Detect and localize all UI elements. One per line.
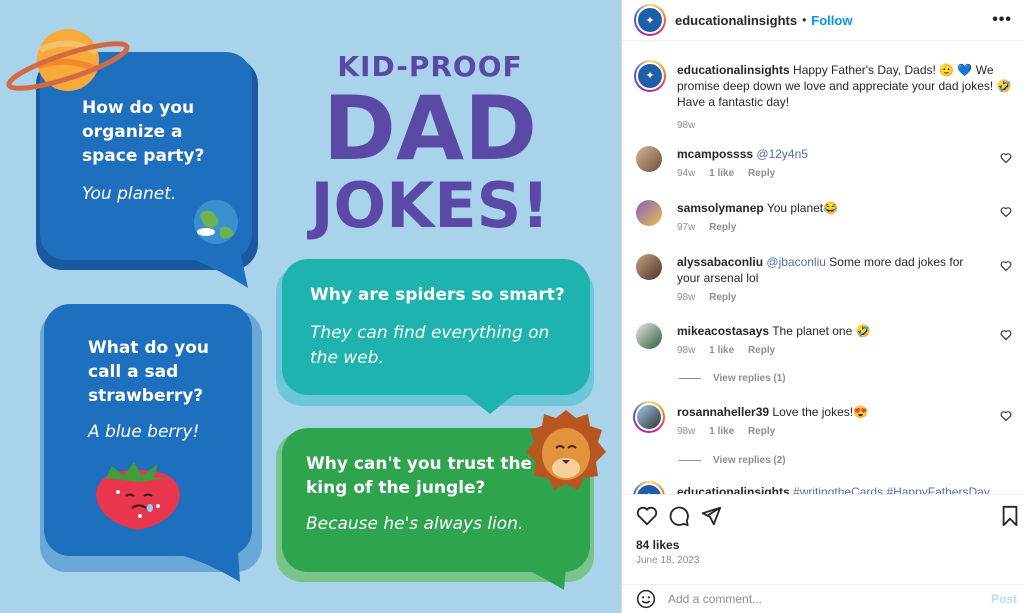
avatar[interactable] bbox=[633, 401, 665, 433]
header-separator: • bbox=[802, 13, 807, 27]
comment-username[interactable]: educationalinsights bbox=[677, 485, 790, 494]
caption-time: 98w bbox=[677, 120, 696, 131]
avatar[interactable] bbox=[636, 323, 662, 349]
heart-icon[interactable] bbox=[1000, 329, 1012, 341]
bubble-tail bbox=[170, 250, 248, 288]
comment-time: 98w bbox=[677, 292, 696, 303]
post-sidebar: ✦ educationalinsights • Follow ••• ✦ edu… bbox=[621, 0, 1024, 613]
comments-list[interactable]: ✦ educationalinsights Happy Father's Day… bbox=[622, 46, 1024, 494]
comment-username[interactable]: alyssabaconliu bbox=[677, 255, 763, 269]
follow-button[interactable]: Follow bbox=[811, 13, 852, 28]
add-comment-bar: Post bbox=[622, 584, 1024, 613]
comment-username[interactable]: rosannaheller39 bbox=[677, 405, 769, 419]
post-image[interactable]: How do you organize a space party? You p… bbox=[0, 0, 621, 613]
headline-bottom: JOKES! bbox=[310, 169, 550, 242]
avatar[interactable]: ✦ bbox=[634, 4, 666, 36]
comment-mention[interactable]: @12y4n5 bbox=[756, 147, 808, 161]
comment-input[interactable] bbox=[668, 592, 968, 606]
view-replies-label[interactable]: View replies (1) bbox=[713, 373, 786, 384]
heart-icon[interactable] bbox=[1000, 152, 1012, 164]
avatar[interactable] bbox=[636, 254, 662, 280]
reply-button[interactable]: Reply bbox=[748, 168, 775, 179]
actions-divider bbox=[622, 494, 1024, 495]
comment-time: 98w bbox=[677, 345, 696, 356]
reply-button[interactable]: Reply bbox=[709, 222, 736, 233]
joke-question: Why are spiders so smart? bbox=[310, 285, 565, 305]
header-divider bbox=[622, 40, 1024, 41]
comment-username[interactable]: mcampossss bbox=[677, 147, 753, 161]
comment-like-count[interactable]: 1 like bbox=[709, 168, 734, 179]
caption-username[interactable]: educationalinsights bbox=[677, 63, 790, 77]
sad-strawberry-icon bbox=[96, 462, 180, 530]
joke-question: What do you call a sad strawberry? bbox=[88, 338, 210, 406]
view-replies-label[interactable]: View replies (2) bbox=[713, 455, 786, 466]
avatar[interactable]: ✦ bbox=[634, 60, 666, 92]
user-photo bbox=[635, 403, 663, 431]
avatar[interactable] bbox=[636, 146, 662, 172]
comment-username[interactable]: samsolymanep bbox=[677, 201, 764, 215]
reply-button[interactable]: Reply bbox=[748, 345, 775, 356]
bookmark-icon[interactable] bbox=[1000, 505, 1020, 527]
lion-icon bbox=[526, 410, 606, 490]
comment-time: 97w bbox=[677, 222, 696, 233]
brand-logo-icon: ✦ bbox=[636, 6, 664, 34]
headline: KID-PROOF DAD JOKES! bbox=[290, 50, 570, 237]
comment-time: 94w bbox=[677, 168, 696, 179]
comment-text: The planet one 🤣 bbox=[772, 324, 871, 338]
joke-question: Why can't you trust the king of the jung… bbox=[306, 454, 533, 498]
action-bar bbox=[622, 497, 1024, 533]
comment-bubble-icon[interactable] bbox=[668, 505, 690, 527]
comment-hashtags[interactable]: #writingtheCards #HappyFathersDay bbox=[793, 485, 990, 494]
share-send-icon[interactable] bbox=[700, 505, 722, 527]
likes-count[interactable]: 84 likes bbox=[636, 538, 679, 552]
joke-answer: Because he's always lion. bbox=[306, 514, 524, 534]
post-comment-button[interactable]: Post bbox=[991, 592, 1017, 606]
view-replies-button[interactable]: View replies (2) bbox=[679, 455, 786, 466]
avatar[interactable]: ✦ bbox=[633, 481, 665, 494]
more-horizontal-icon[interactable]: ••• bbox=[992, 11, 1012, 29]
comment-like-count[interactable]: 1 like bbox=[709, 426, 734, 437]
headline-big: DAD bbox=[322, 77, 538, 180]
joke-answer: They can find everything on the web. bbox=[310, 323, 550, 368]
bubble-tail bbox=[168, 550, 240, 582]
comment-time: 98w bbox=[677, 426, 696, 437]
bubble-tail bbox=[520, 566, 566, 590]
reply-button[interactable]: Reply bbox=[748, 426, 775, 437]
joke-question: How do you organize a space party? bbox=[82, 98, 205, 166]
post-header: ✦ educationalinsights • Follow ••• bbox=[634, 4, 1012, 36]
brand-logo-icon: ✦ bbox=[636, 62, 664, 90]
heart-icon[interactable] bbox=[1000, 260, 1012, 272]
header-username[interactable]: educationalinsights bbox=[675, 13, 797, 28]
planet-saturn-icon bbox=[6, 29, 130, 91]
like-heart-icon[interactable] bbox=[636, 505, 658, 527]
comment-like-count[interactable]: 1 like bbox=[709, 345, 734, 356]
avatar[interactable] bbox=[636, 200, 662, 226]
emoji-icon[interactable] bbox=[636, 589, 656, 609]
earth-icon bbox=[194, 200, 238, 244]
joke-answer: A blue berry! bbox=[88, 422, 200, 442]
replies-divider bbox=[679, 460, 701, 461]
post-date: June 18, 2023 bbox=[636, 555, 700, 566]
heart-icon[interactable] bbox=[1000, 410, 1012, 422]
comment-text: Love the jokes!😍 bbox=[772, 405, 869, 419]
heart-icon[interactable] bbox=[1000, 206, 1012, 218]
brand-logo-icon: ✦ bbox=[635, 483, 663, 494]
view-replies-button[interactable]: View replies (1) bbox=[679, 373, 786, 384]
comment-text: You planet😂 bbox=[766, 201, 839, 215]
comment-mention[interactable]: @jbaconliu bbox=[766, 255, 826, 269]
joke-bubble-3: Why are spiders so smart? They can find … bbox=[282, 259, 590, 395]
comment-username[interactable]: mikeacostasays bbox=[677, 324, 769, 338]
replies-divider bbox=[679, 378, 701, 379]
reply-button[interactable]: Reply bbox=[709, 292, 736, 303]
